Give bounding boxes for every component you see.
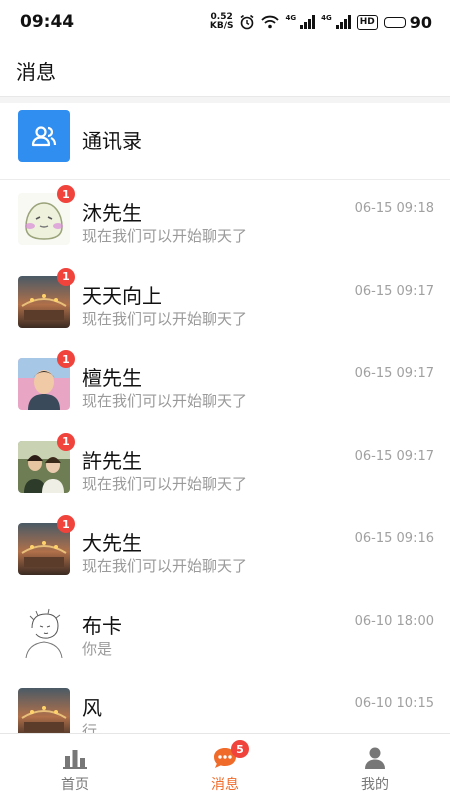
contact-name: 风: [82, 696, 102, 720]
conversation-item[interactable]: 1 大先生 现在我们可以开始聊天了 06-15 09:16: [0, 510, 450, 593]
message-preview: 现在我们可以开始聊天了: [82, 309, 248, 328]
tab-messages-label: 消息: [211, 777, 239, 793]
message-preview: 你是: [82, 639, 113, 658]
contact-name: 天天向上: [82, 283, 162, 308]
conversation-list: 1 沐先生 现在我们可以开始聊天了 06-15 09:18 1 天天向上 现在我…: [0, 180, 450, 758]
message-time: 06-15 09:18: [354, 201, 434, 216]
bottom-tab-bar: 首页 5 消息 我的: [0, 733, 450, 801]
conversation-item[interactable]: 1 許先生 现在我们可以开始聊天了 06-15 09:17: [0, 428, 450, 511]
message-preview: 现在我们可以开始聊天了: [82, 392, 248, 410]
message-time: 06-15 09:17: [354, 283, 434, 299]
unread-badge: 1: [57, 350, 75, 368]
contact-name: 大先生: [82, 531, 142, 555]
tab-mine-label: 我的: [361, 777, 389, 793]
hd-icon: HD: [356, 14, 378, 30]
tab-home-label: 首页: [61, 777, 89, 793]
unread-badge: 1: [57, 185, 75, 203]
message-preview: 现在我们可以开始聊天了: [82, 557, 248, 575]
status-icons: 0.52 KB/S 4G 4G HD 90: [210, 10, 432, 34]
signal-icon-1: [300, 15, 316, 29]
network-type-1: 4G: [285, 14, 297, 22]
contact-name: 檀先生: [82, 366, 142, 390]
network-type-2: 4G: [321, 14, 332, 22]
contact-name: 許先生: [82, 448, 142, 473]
unread-badge: 1: [57, 515, 75, 533]
tab-mine[interactable]: 我的: [300, 734, 450, 801]
battery-icon: [383, 16, 406, 28]
wifi-icon: [261, 15, 280, 29]
person-icon: [365, 747, 385, 769]
message-preview: 现在我们可以开始聊天了: [82, 474, 248, 493]
contacts-label: 通讯录: [82, 129, 142, 153]
contacts-entry[interactable]: 通讯录: [0, 103, 450, 180]
conversation-item[interactable]: 1 檀先生 现在我们可以开始聊天了 06-15 09:17: [0, 345, 450, 428]
avatar: [18, 605, 70, 658]
message-time: 06-10 10:15: [354, 696, 434, 711]
unread-badge: 1: [57, 267, 75, 286]
conversation-item[interactable]: 布卡 你是 06-10 18:00: [0, 593, 450, 676]
message-preview: 现在我们可以开始聊天了: [82, 227, 248, 245]
conversation-item[interactable]: 1 天天向上 现在我们可以开始聊天了 06-15 09:17: [0, 263, 450, 346]
status-time: 09:44: [20, 12, 75, 32]
signal-icon-2: [335, 15, 351, 29]
unread-total-badge: 5: [231, 740, 249, 758]
network-speed-unit: KB/S: [209, 21, 234, 31]
message-time: 06-15 09:16: [354, 531, 434, 546]
contact-name: 布卡: [82, 613, 122, 638]
tab-messages[interactable]: 5 消息: [150, 734, 300, 801]
network-speed: 0.52 KB/S: [210, 13, 234, 31]
status-bar: 09:44 0.52 KB/S 4G 4G HD 90: [0, 0, 450, 44]
unread-badge: 1: [57, 432, 75, 451]
message-time: 06-10 18:00: [354, 613, 434, 629]
contact-name: 沐先生: [82, 201, 142, 225]
page-header: 消息: [0, 44, 450, 97]
contacts-icon: [18, 110, 70, 162]
battery-level: 90: [409, 12, 432, 32]
battery-indicator: 90: [383, 12, 432, 32]
message-time: 06-15 09:17: [354, 366, 434, 381]
bar-chart-icon: [63, 750, 87, 769]
tab-home[interactable]: 首页: [0, 734, 150, 801]
alarm-icon: [240, 14, 254, 30]
conversation-item[interactable]: 1 沐先生 现在我们可以开始聊天了 06-15 09:18: [0, 180, 450, 263]
message-time: 06-15 09:17: [354, 448, 434, 464]
page-title: 消息: [16, 60, 56, 84]
